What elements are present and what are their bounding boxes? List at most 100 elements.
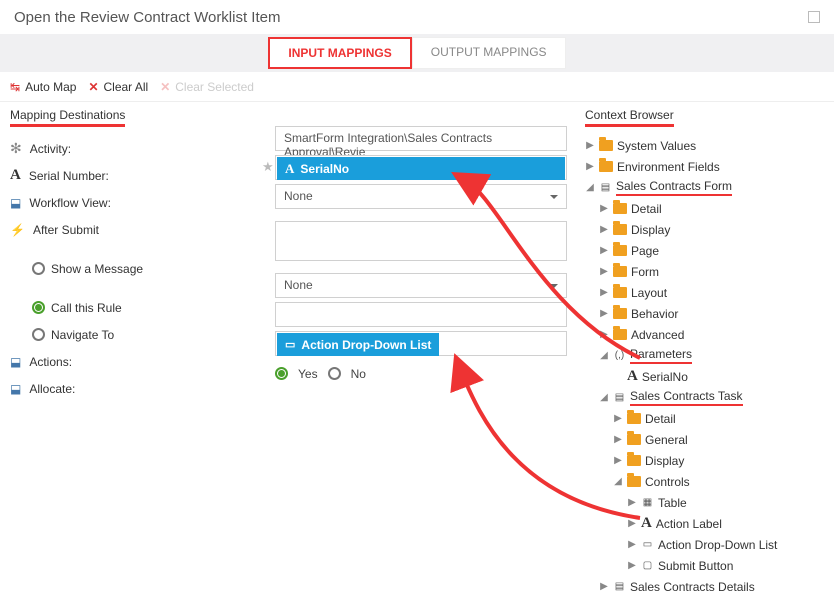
caret-icon[interactable]: ◢ xyxy=(599,350,609,361)
required-star-icon: ★ xyxy=(262,159,274,175)
folder-icon xyxy=(613,203,627,214)
node-sales-contracts-form[interactable]: Sales Contracts Form xyxy=(616,179,732,196)
node-page[interactable]: Page xyxy=(631,244,659,258)
caret-icon[interactable]: ▶ xyxy=(613,434,623,445)
allocate-yes-label: Yes xyxy=(298,367,318,381)
workflowview-label: Workflow View: xyxy=(29,196,111,210)
node-form[interactable]: Form xyxy=(631,265,659,279)
context-tree: ▶ System Values ▶ Environment Fields ◢ ▤ Sal… xyxy=(585,135,824,597)
toolbar: ↹ Auto Map ✕ Clear All ✕ Clear Selected xyxy=(0,72,834,102)
allocate-no-radio[interactable] xyxy=(328,367,341,380)
node-sales-details[interactable]: Sales Contracts Details xyxy=(630,580,755,594)
caret-icon[interactable]: ▶ xyxy=(613,413,623,424)
caret-icon[interactable]: ▶ xyxy=(599,224,609,235)
clear-selected-button: ✕ Clear Selected xyxy=(160,80,254,94)
caret-icon[interactable]: ▶ xyxy=(627,539,637,550)
caret-icon[interactable]: ◢ xyxy=(585,182,595,193)
callrule-select[interactable]: None xyxy=(275,273,567,298)
node-detail2[interactable]: Detail xyxy=(645,412,676,426)
node-behavior[interactable]: Behavior xyxy=(631,307,678,321)
folder-icon xyxy=(613,266,627,277)
branch-icon: ⬓ xyxy=(10,196,21,210)
serialnumber-field[interactable]: ★ A SerialNo xyxy=(275,155,567,180)
branch-icon: ⬓ xyxy=(10,355,21,369)
call-rule-label: Call this Rule xyxy=(51,301,122,315)
activity-label: Activity: xyxy=(30,142,71,156)
node-controls[interactable]: Controls xyxy=(645,475,690,489)
node-advanced[interactable]: Advanced xyxy=(631,328,684,342)
window-title: Open the Review Contract Worklist Item xyxy=(14,9,280,26)
task-icon: ▤ xyxy=(613,391,626,404)
actions-field[interactable]: ▭ Action Drop-Down List xyxy=(275,331,567,356)
caret-icon[interactable]: ▶ xyxy=(599,581,609,592)
caret-icon[interactable]: ▶ xyxy=(599,329,609,340)
node-system-values[interactable]: System Values xyxy=(617,139,696,153)
node-display[interactable]: Display xyxy=(631,223,670,237)
navigate-radio[interactable] xyxy=(32,328,45,341)
tab-input-mappings[interactable]: INPUT MAPPINGS xyxy=(268,37,411,69)
mapping-fields-panel: SmartForm Integration\Sales Contracts Ap… xyxy=(275,102,575,588)
tab-output-mappings[interactable]: OUTPUT MAPPINGS xyxy=(412,37,566,69)
action-dropdown-pill[interactable]: ▭ Action Drop-Down List xyxy=(277,333,439,356)
caret-icon[interactable]: ▶ xyxy=(599,308,609,319)
node-table[interactable]: Table xyxy=(658,496,687,510)
folder-icon xyxy=(613,287,627,298)
branch-icon: ⬓ xyxy=(10,382,21,396)
a-icon: A xyxy=(641,515,652,532)
node-parameters[interactable]: Parameters xyxy=(630,347,692,364)
node-action-label[interactable]: Action Label xyxy=(656,517,722,531)
workflowview-select[interactable]: None xyxy=(275,184,567,209)
allocate-yes-radio[interactable] xyxy=(275,367,288,380)
activity-field[interactable]: SmartForm Integration\Sales Contracts Ap… xyxy=(275,126,567,151)
a-icon: A xyxy=(285,161,294,177)
x-icon: ✕ xyxy=(88,80,98,94)
actions-label: Actions: xyxy=(29,355,72,369)
folder-icon xyxy=(613,329,627,340)
arrows-icon: ↹ xyxy=(10,80,20,94)
x-icon: ✕ xyxy=(160,80,170,94)
node-env-fields[interactable]: Environment Fields xyxy=(617,160,720,174)
caret-icon[interactable]: ▶ xyxy=(599,245,609,256)
navigate-field[interactable] xyxy=(275,302,567,327)
folder-icon xyxy=(627,455,641,466)
button-icon: ▢ xyxy=(641,559,654,572)
call-rule-radio[interactable] xyxy=(32,301,45,314)
showmessage-field[interactable] xyxy=(275,221,567,261)
auto-map-button[interactable]: ↹ Auto Map xyxy=(10,80,76,94)
serial-a-icon: A xyxy=(10,167,21,184)
node-layout[interactable]: Layout xyxy=(631,286,667,300)
node-display2[interactable]: Display xyxy=(645,454,684,468)
caret-icon[interactable]: ▶ xyxy=(627,518,637,529)
maximize-icon[interactable] xyxy=(808,11,820,23)
node-serialno[interactable]: SerialNo xyxy=(642,370,688,384)
caret-icon[interactable]: ▶ xyxy=(627,560,637,571)
node-detail[interactable]: Detail xyxy=(631,202,662,216)
caret-icon[interactable]: ▶ xyxy=(599,203,609,214)
gear-icon: ✻ xyxy=(10,140,22,157)
caret-icon[interactable]: ◢ xyxy=(613,476,623,487)
context-browser-panel: Context Browser ▶ System Values ▶ Environm… xyxy=(575,102,834,588)
folder-icon xyxy=(613,308,627,319)
folder-icon xyxy=(627,476,641,487)
caret-icon[interactable]: ▶ xyxy=(627,497,637,508)
clear-all-button[interactable]: ✕ Clear All xyxy=(88,80,148,94)
node-general[interactable]: General xyxy=(645,433,688,447)
bolt-icon: ⚡ xyxy=(10,223,25,237)
titlebar: Open the Review Contract Worklist Item xyxy=(0,0,834,34)
folder-icon xyxy=(613,224,627,235)
aftersubmit-label: After Submit xyxy=(33,223,99,237)
show-message-radio[interactable] xyxy=(32,262,45,275)
context-header: Context Browser xyxy=(585,108,674,127)
node-submit-button[interactable]: Submit Button xyxy=(658,559,733,573)
caret-icon[interactable]: ▶ xyxy=(599,266,609,277)
show-message-label: Show a Message xyxy=(51,262,143,276)
caret-icon[interactable]: ▶ xyxy=(585,140,595,151)
caret-icon[interactable]: ▶ xyxy=(585,161,595,172)
node-action-dropdown[interactable]: Action Drop-Down List xyxy=(658,538,777,552)
node-sales-contracts-task[interactable]: Sales Contracts Task xyxy=(630,389,743,406)
caret-icon[interactable]: ▶ xyxy=(613,455,623,466)
tab-bar: INPUT MAPPINGS OUTPUT MAPPINGS xyxy=(0,34,834,72)
caret-icon[interactable]: ◢ xyxy=(599,392,609,403)
caret-icon[interactable]: ▶ xyxy=(599,287,609,298)
serialno-pill[interactable]: A SerialNo xyxy=(277,157,565,180)
